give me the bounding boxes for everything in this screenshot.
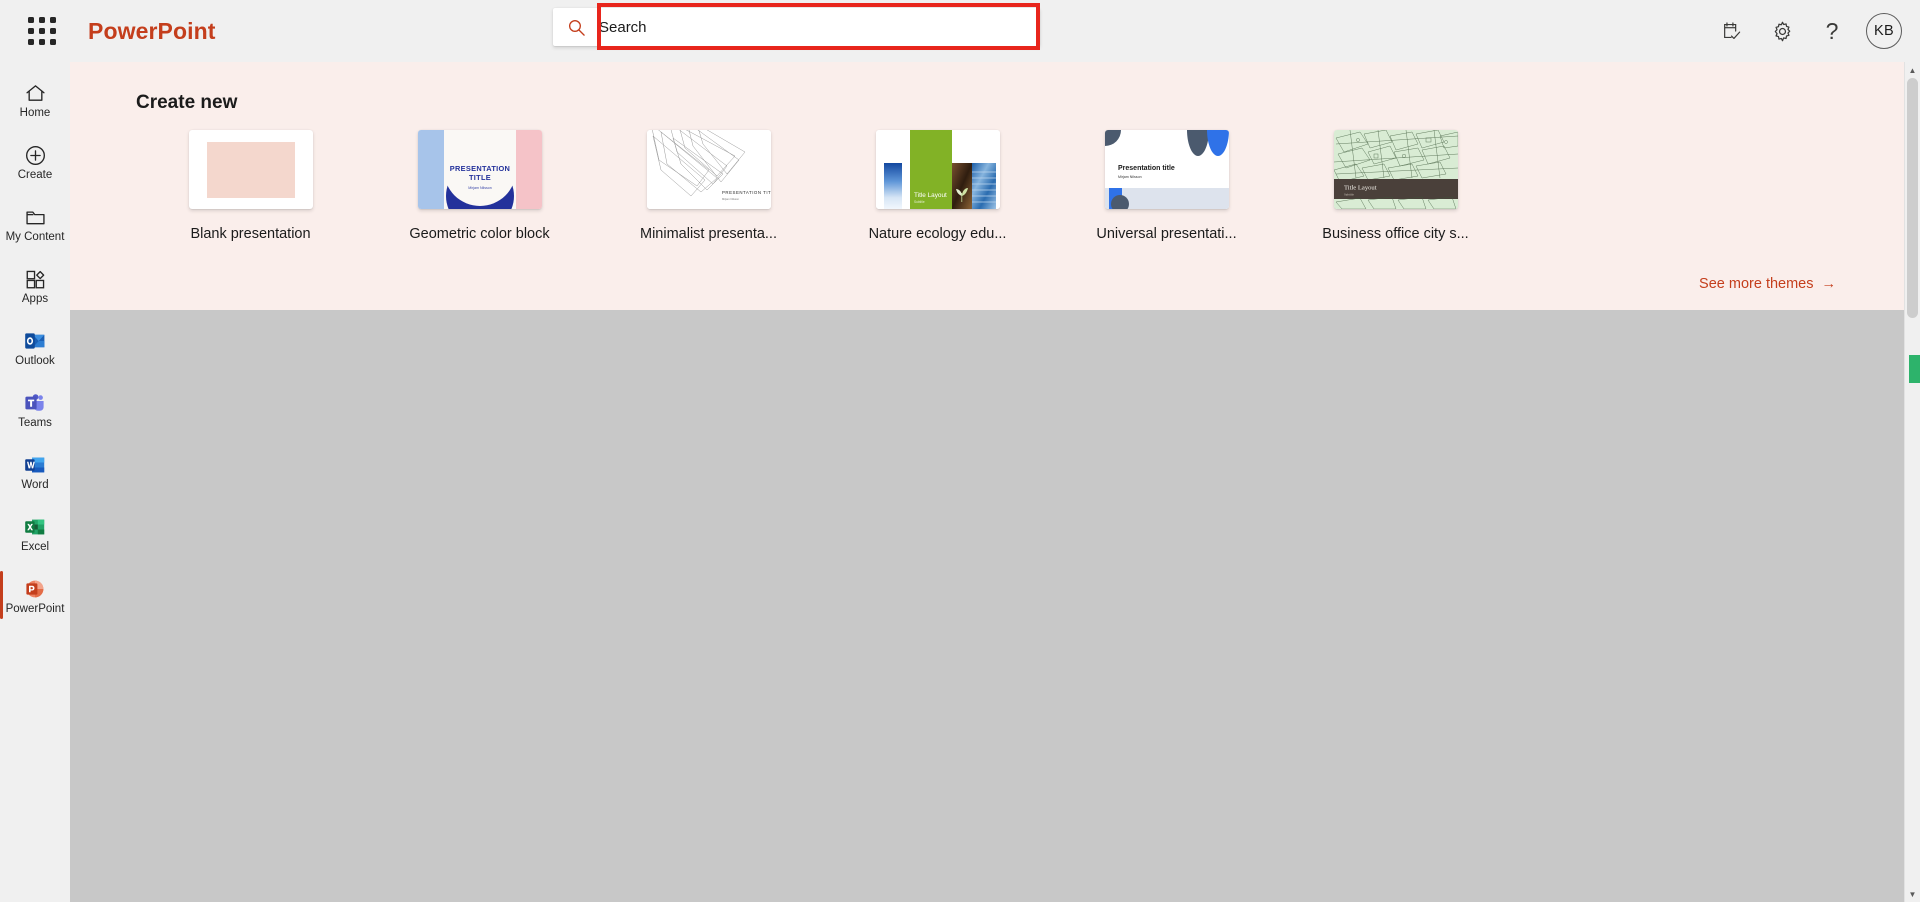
left-rail: Home Create My Content Apps Outlook Team… — [0, 62, 70, 902]
template-card-minimalist-presentation[interactable]: PRESENTATION TITLE Mirjam Nilsson Minima… — [594, 130, 823, 242]
waffle-dot — [39, 17, 45, 23]
svg-text:TITLE: TITLE — [468, 173, 490, 182]
page-body: Home Create My Content Apps Outlook Team… — [0, 62, 1920, 902]
geometric-artwork: PRESENTATION TITLE Mirjam Nilsson — [417, 130, 542, 209]
see-more-themes-label: See more themes — [1699, 276, 1814, 292]
sidebar-item-outlook[interactable]: Outlook — [0, 316, 70, 378]
plus-circle-icon — [24, 141, 47, 167]
create-new-panel: Create new Blank presentation PRESENTATI… — [70, 62, 1920, 310]
sidebar-item-label: Outlook — [15, 354, 55, 367]
home-icon — [24, 79, 47, 105]
svg-text:Subtitle: Subtitle — [1344, 193, 1355, 197]
search-icon — [553, 18, 599, 37]
svg-text:Subtitle: Subtitle — [914, 200, 925, 204]
svg-text:Mirjam Nilsson: Mirjam Nilsson — [1118, 175, 1142, 179]
sidebar-item-word[interactable]: Word — [0, 440, 70, 502]
waffle-dot — [50, 17, 56, 23]
vertical-scrollbar[interactable]: ▲ ▼ — [1904, 62, 1920, 902]
sidebar-item-teams[interactable]: Teams — [0, 378, 70, 440]
folder-icon — [24, 203, 47, 229]
sidebar-item-label: Apps — [21, 292, 49, 305]
app-launcher-grid-icon[interactable] — [18, 7, 66, 55]
waffle-dot — [28, 17, 34, 23]
waffle-dot — [50, 28, 56, 34]
notes-check-icon[interactable] — [1710, 9, 1754, 53]
app-brand-title[interactable]: PowerPoint — [88, 18, 216, 45]
page-title: Create new — [136, 92, 238, 113]
documents-empty-area — [70, 310, 1920, 902]
template-card-nature-ecology[interactable]: Title Layout Subtitle Nature ecology edu… — [823, 130, 1052, 242]
template-card-business-office-city[interactable]: Title Layout Subtitle Business office ci… — [1281, 130, 1510, 242]
teams-icon — [23, 389, 47, 415]
sidebar-item-my-content[interactable]: My Content — [0, 192, 70, 254]
sidebar-item-excel[interactable]: Excel — [0, 502, 70, 564]
template-card-geometric-color-block[interactable]: PRESENTATION TITLE Mirjam Nilsson Geomet… — [365, 130, 594, 242]
word-icon — [23, 451, 47, 477]
waffle-dot — [28, 28, 34, 34]
waffle-dot — [39, 28, 45, 34]
template-label: Blank presentation — [190, 226, 311, 242]
sidebar-item-label: PowerPoint — [5, 602, 65, 615]
template-label: Nature ecology edu... — [868, 226, 1007, 242]
sidebar-item-label: Create — [17, 168, 53, 181]
template-thumbnail[interactable]: Presentation title Mirjam Nilsson — [1104, 130, 1229, 209]
svg-text:Title Layout: Title Layout — [1344, 185, 1377, 192]
template-thumbnail[interactable]: PRESENTATION TITLE Mirjam Nilsson — [646, 130, 771, 209]
apps-grid-icon — [24, 265, 47, 291]
template-card-blank-presentation[interactable]: Blank presentation — [136, 130, 365, 242]
avatar[interactable]: KB — [1866, 13, 1902, 49]
template-label: Business office city s... — [1322, 226, 1469, 242]
scroll-up-arrow[interactable]: ▲ — [1905, 62, 1920, 78]
sidebar-item-apps[interactable]: Apps — [0, 254, 70, 316]
template-card-universal-presentation[interactable]: Presentation title Mirjam Nilsson Univer… — [1052, 130, 1281, 242]
template-gallery: Blank presentation PRESENTATION TITLE Mi… — [70, 114, 1920, 242]
waffle-dot — [50, 39, 56, 45]
universal-artwork: Presentation title Mirjam Nilsson — [1104, 130, 1229, 209]
help-glyph: ? — [1825, 17, 1839, 44]
sidebar-item-home[interactable]: Home — [0, 68, 70, 130]
arrow-right-icon: → — [1821, 276, 1837, 292]
nature-artwork: Title Layout Subtitle — [875, 130, 1000, 209]
scrollbar-marker — [1909, 355, 1920, 383]
gear-icon[interactable] — [1760, 9, 1804, 53]
search-input[interactable] — [599, 8, 1040, 46]
sidebar-item-powerpoint[interactable]: PowerPoint — [0, 564, 70, 626]
template-label: Geometric color block — [409, 226, 550, 242]
svg-text:Presentation title: Presentation title — [1118, 165, 1175, 172]
sidebar-item-label: Excel — [20, 540, 50, 553]
outlook-icon — [23, 327, 47, 353]
sidebar-item-label: Word — [21, 478, 49, 491]
svg-text:PRESENTATION TITLE: PRESENTATION TITLE — [722, 190, 771, 195]
sidebar-item-label: My Content — [5, 230, 65, 243]
sidebar-item-label: Home — [19, 106, 51, 119]
sidebar-item-label: Teams — [18, 416, 52, 429]
blank-slide-placeholder — [206, 141, 295, 198]
svg-text:Mirjam Nilsson: Mirjam Nilsson — [468, 186, 492, 190]
top-bar: PowerPoint Search ? KB — [0, 0, 1920, 62]
see-more-themes-link[interactable]: See more themes → — [1699, 276, 1836, 292]
excel-icon — [23, 513, 47, 539]
svg-text:Mirjam Nilsson: Mirjam Nilsson — [722, 197, 740, 201]
main-content: Create new Blank presentation PRESENTATI… — [70, 62, 1920, 902]
svg-text:PRESENTATION: PRESENTATION — [449, 164, 509, 173]
search-box[interactable] — [553, 8, 1040, 46]
svg-text:Title Layout: Title Layout — [914, 192, 947, 199]
template-thumbnail[interactable]: Title Layout Subtitle — [1333, 130, 1458, 209]
powerpoint-icon — [23, 575, 47, 601]
template-label: Minimalist presenta... — [640, 226, 777, 242]
sidebar-item-create[interactable]: Create — [0, 130, 70, 192]
template-thumbnail[interactable]: PRESENTATION TITLE Mirjam Nilsson — [417, 130, 542, 209]
help-question-icon[interactable]: ? — [1810, 9, 1854, 53]
business-city-artwork: Title Layout Subtitle — [1333, 130, 1458, 209]
scrollbar-thumb[interactable] — [1907, 78, 1918, 318]
top-bar-actions: ? KB — [1710, 0, 1910, 62]
waffle-dot — [28, 39, 34, 45]
waffle-dot — [39, 39, 45, 45]
scroll-down-arrow[interactable]: ▼ — [1905, 886, 1920, 902]
template-thumbnail[interactable] — [188, 130, 313, 209]
template-thumbnail[interactable]: Title Layout Subtitle — [875, 130, 1000, 209]
template-label: Universal presentati... — [1096, 226, 1237, 242]
powerpoint-start-page: PowerPoint Search ? KB Home Create My Co… — [0, 0, 1920, 902]
minimalist-artwork: PRESENTATION TITLE Mirjam Nilsson — [646, 130, 771, 209]
